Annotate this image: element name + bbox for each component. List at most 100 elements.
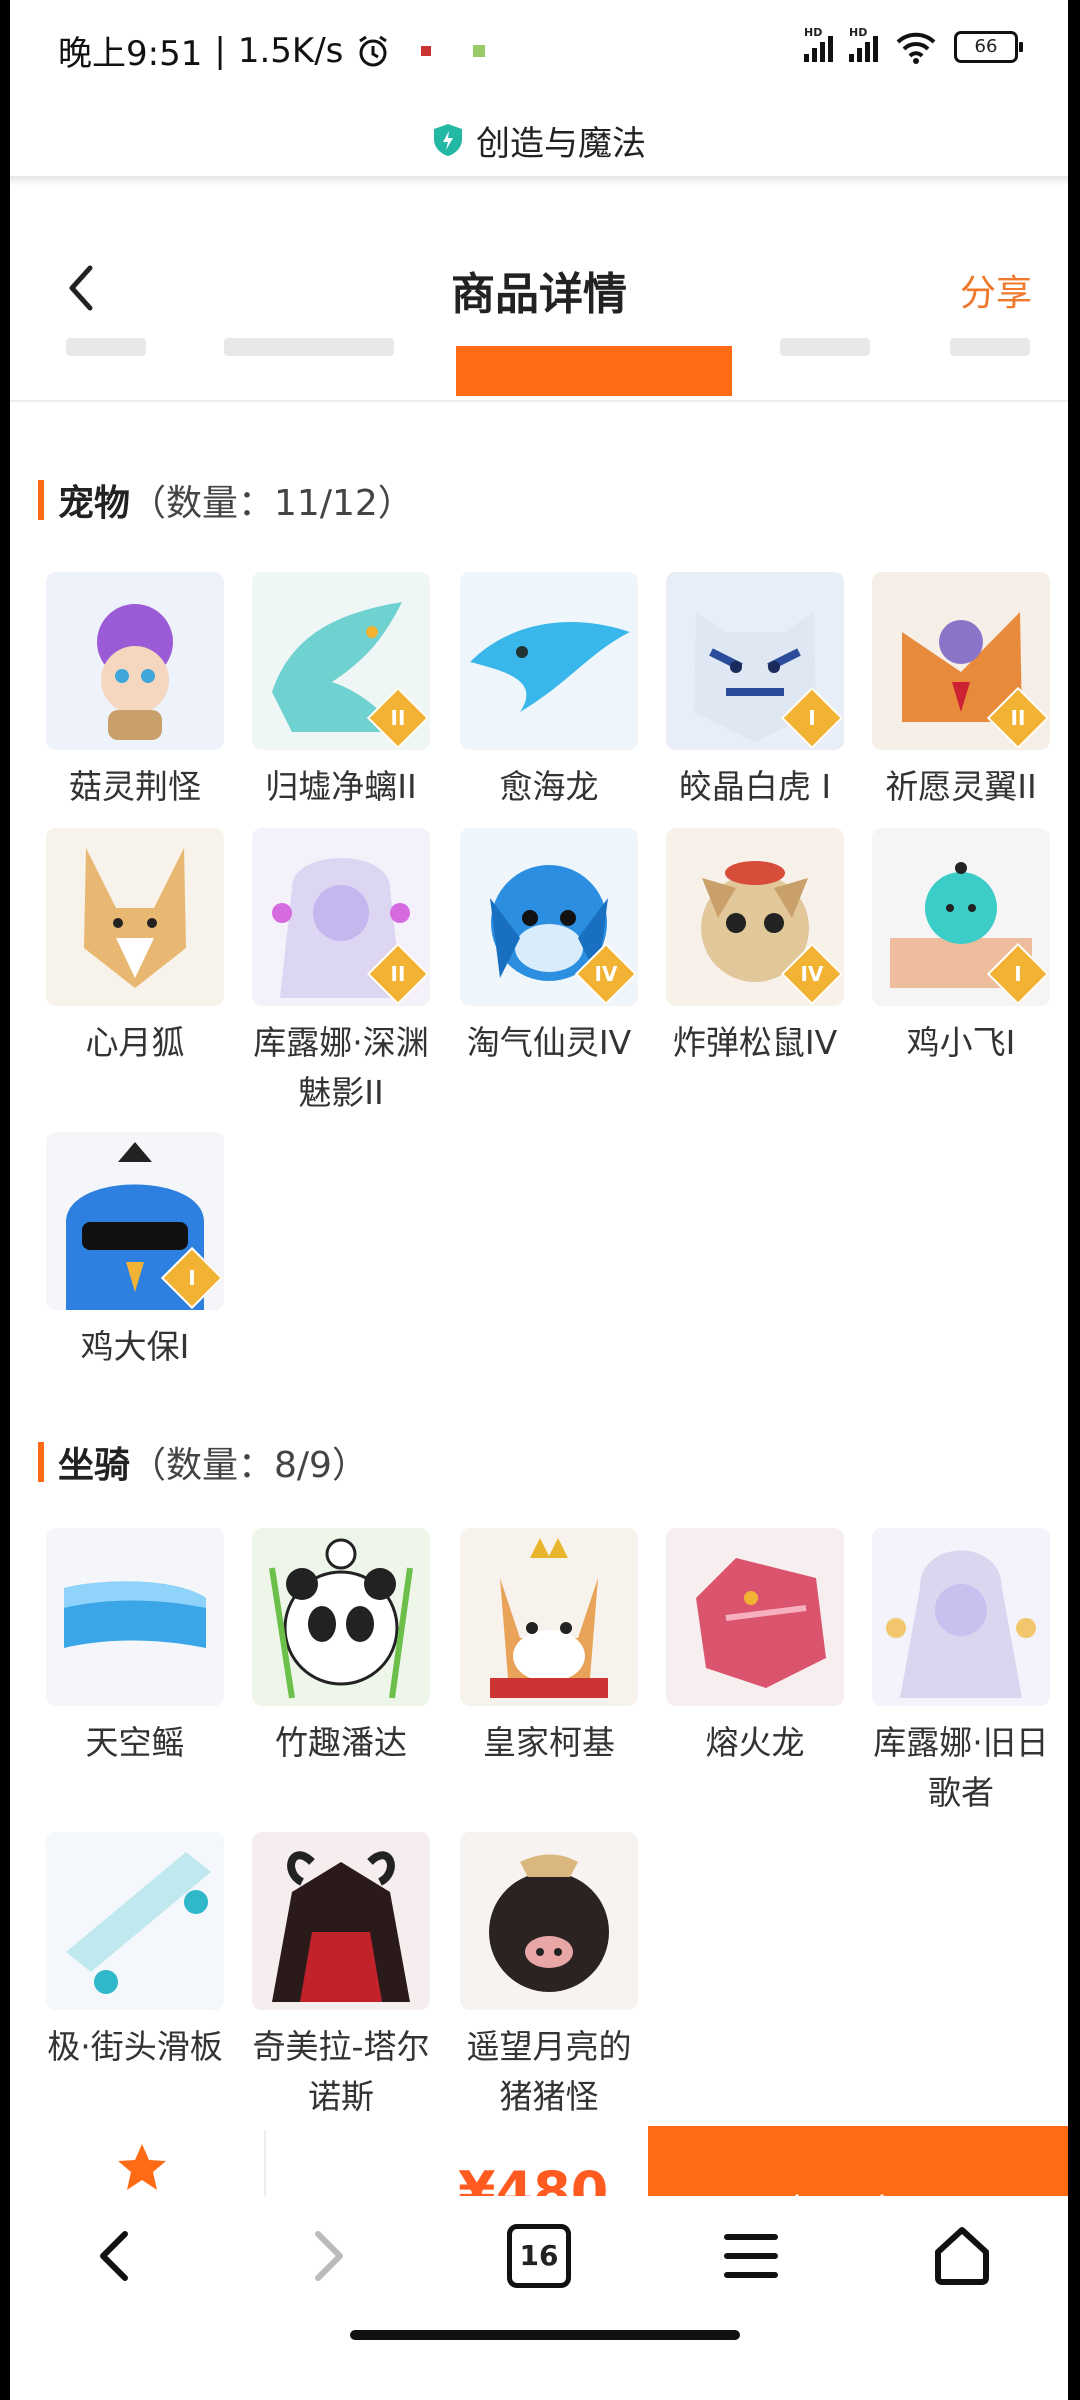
pet-item[interactable]: I 皎晶白虎 I: [660, 572, 850, 812]
mount-item[interactable]: 天空鳐: [40, 1528, 230, 1768]
mount-item[interactable]: 遥望月亮的猪猪怪: [454, 1832, 644, 2122]
share-button[interactable]: 分享: [960, 264, 1032, 316]
mount-name: 奇美拉-塔尔诺斯: [252, 2027, 430, 2116]
browser-home-button[interactable]: [917, 2211, 1007, 2301]
mount-thumbnail: [252, 1528, 430, 1706]
status-left: 晚上9:51 | 1.5K/s: [58, 26, 486, 75]
pet-thumbnail: II: [872, 572, 1050, 750]
panda-image: [252, 1528, 430, 1706]
page-header: 商品详情 分享: [10, 240, 1068, 336]
pet-thumbnail: [46, 828, 224, 1006]
forward-icon: [315, 2231, 344, 2281]
corgi-image: [460, 1528, 638, 1706]
section-accent-bar: [38, 480, 44, 520]
pet-name: 祈愿灵翼II: [885, 767, 1037, 806]
mount-name: 极·街头滑板: [47, 2027, 223, 2066]
lava-dragon-image: [666, 1528, 844, 1706]
browser-nav-bar: 16: [10, 2196, 1068, 2316]
pet-thumbnail: IV: [460, 828, 638, 1006]
strip-shadow: [10, 176, 1068, 186]
pet-item[interactable]: I 鸡大保I: [40, 1132, 230, 1372]
shield-icon: [434, 124, 462, 156]
mount-item[interactable]: 库露娜·旧日歌者: [866, 1528, 1056, 1818]
pet-item[interactable]: II 祈愿灵翼II: [866, 572, 1056, 812]
pet-name: 皎晶白虎 I: [678, 767, 832, 806]
favorite-star-icon[interactable]: [114, 2140, 170, 2196]
pet-item[interactable]: IV 淘气仙灵IV: [454, 828, 644, 1068]
manta-ray-image: [46, 1528, 224, 1706]
app-name: 创造与魔法: [476, 123, 646, 164]
mount-thumbnail: [460, 1528, 638, 1706]
pet-name: 淘气仙灵IV: [466, 1023, 632, 1062]
pet-thumbnail: I: [46, 1132, 224, 1310]
mount-name: 遥望月亮的猪猪怪: [466, 2027, 632, 2116]
tab-item[interactable]: [224, 338, 394, 356]
pet-item[interactable]: II 库露娜·深渊魅影II: [246, 828, 436, 1118]
mount-name: 库露娜·旧日歌者: [873, 1723, 1049, 1812]
tab-item[interactable]: [66, 338, 146, 356]
tab-item[interactable]: [780, 338, 870, 356]
tier-badge-text: I: [1014, 962, 1022, 986]
mount-thumbnail: [872, 1528, 1050, 1706]
pet-name: 愈海龙: [499, 767, 599, 806]
mount-name: 熔火龙: [705, 1723, 805, 1762]
pet-name: 心月狐: [85, 1023, 185, 1062]
home-icon: [935, 2227, 990, 2285]
browser-back-button[interactable]: [71, 2211, 161, 2301]
browser-forward-button[interactable]: [282, 2211, 372, 2301]
pet-thumbnail: I: [666, 572, 844, 750]
menu-icon: [723, 2234, 778, 2278]
back-icon: [99, 2231, 128, 2281]
tier-badge-text: IV: [594, 962, 618, 986]
pet-thumbnail: II: [252, 828, 430, 1006]
pet-thumbnail: II: [252, 572, 430, 750]
pet-name: 归墟净螭II: [265, 767, 417, 806]
fox-image: [46, 828, 224, 1006]
pet-item[interactable]: II 归墟净螭II: [246, 572, 436, 812]
tier-badge-text: IV: [800, 962, 824, 986]
pet-item[interactable]: 心月狐: [40, 828, 230, 1068]
pet-thumbnail: IV: [666, 828, 844, 1006]
pet-item[interactable]: 菇灵荆怪: [40, 572, 230, 812]
pet-name: 炸弹松鼠IV: [672, 1023, 838, 1062]
mushroom-sprite-image: [46, 572, 224, 750]
pet-item[interactable]: IV 炸弹松鼠IV: [660, 828, 850, 1068]
pet-item[interactable]: I 鸡小飞I: [866, 828, 1056, 1068]
mount-name: 皇家柯基: [483, 1723, 615, 1762]
tier-badge-text: I: [808, 706, 816, 730]
mounts-title: 坐骑: [58, 1445, 131, 1486]
app-notification-icon: [473, 44, 486, 57]
mount-thumbnail: [666, 1528, 844, 1706]
pets-section-title: 宠物 （数量：11/12）: [38, 474, 414, 526]
browser-menu-button[interactable]: [706, 2211, 796, 2301]
browser-tabs-button[interactable]: 16: [494, 2211, 584, 2301]
mount-item[interactable]: 皇家柯基: [454, 1528, 644, 1768]
home-indicator[interactable]: [350, 2330, 740, 2340]
tab-item[interactable]: [950, 338, 1030, 356]
hd-label-2: HD: [849, 26, 868, 39]
mounts-count: （数量：8/9）: [130, 1445, 368, 1486]
battery-icon: 66: [954, 31, 1023, 63]
mount-thumbnail: [252, 1832, 430, 2010]
page-title: 商品详情: [451, 269, 627, 320]
pet-thumbnail: [460, 572, 638, 750]
chimera-image: [252, 1832, 430, 2010]
signal-icon: HD: [804, 26, 833, 62]
tab-active[interactable]: [456, 346, 732, 396]
mount-item[interactable]: 熔火龙: [660, 1528, 850, 1768]
mount-item[interactable]: 极·街头滑板: [40, 1832, 230, 2072]
mount-item[interactable]: 竹趣潘达: [246, 1528, 436, 1768]
pig-image: [460, 1832, 638, 2010]
pets-count: （数量：11/12）: [130, 483, 414, 524]
pet-thumbnail: [46, 572, 224, 750]
sea-dragon-image: [460, 572, 638, 750]
notification-icon: [421, 45, 432, 56]
pet-name: 鸡大保I: [80, 1327, 190, 1366]
mount-thumbnail: [46, 1528, 224, 1706]
status-right: HD HD 66: [804, 26, 1023, 64]
tier-badge-text: II: [1010, 706, 1026, 730]
pet-name: 菇灵荆怪: [69, 767, 201, 806]
mount-item[interactable]: 奇美拉-塔尔诺斯: [246, 1832, 436, 2122]
screen: 晚上9:51 | 1.5K/s HD HD 66 创造与魔法 商品详情 分享 宠…: [10, 0, 1068, 2400]
pet-item[interactable]: 愈海龙: [454, 572, 644, 812]
